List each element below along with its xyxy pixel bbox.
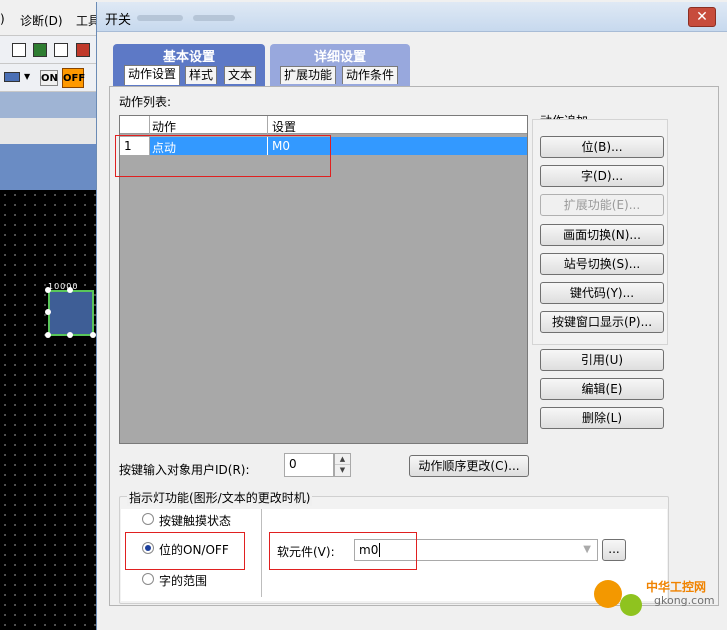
action-list-label: 动作列表: (119, 95, 172, 109)
background-app: ) 诊断(D) 工具 ▼ ON OFF 10000 (0, 0, 100, 630)
tab-group-title: 基本设置 (162, 50, 215, 65)
bg-menubar: ) 诊断(D) 工具 (0, 0, 100, 36)
gear-icon (620, 594, 642, 616)
bg-toolbar (0, 36, 100, 64)
screen-canvas[interactable] (0, 190, 100, 630)
add-extended-button[interactable]: 扩展功能(E)... (540, 194, 664, 216)
user-id-spinner: ▲ ▼ (334, 453, 351, 477)
bg-panel (0, 92, 100, 118)
indicator-divider (261, 509, 262, 597)
title-blur (193, 15, 235, 21)
browse-device-button[interactable]: ... (602, 539, 626, 561)
tab-group-title: 详细设置 (313, 50, 366, 65)
reference-button[interactable]: 引用(U) (540, 349, 664, 371)
edit-button[interactable]: 编辑(E) (540, 378, 664, 400)
tab-extended-function[interactable]: 扩展功能 (280, 66, 337, 84)
bg-panel (0, 144, 100, 190)
action-list-header: 动作 设置 (120, 116, 527, 134)
window-icon[interactable] (12, 43, 26, 57)
radio-word-range-label[interactable]: 字的范围 (159, 572, 207, 589)
key-code-button[interactable]: 键代码(Y)... (540, 282, 664, 304)
tab-action-condition[interactable]: 动作条件 (342, 66, 399, 84)
frame-icon[interactable] (54, 43, 68, 57)
reorder-actions-button[interactable]: 动作顺序更改(C)... (409, 455, 529, 477)
spin-up-icon[interactable]: ▲ (335, 454, 350, 465)
close-button[interactable]: ✕ (688, 7, 716, 27)
indicator-group-legend: 指示灯功能(图形/文本的更改时机) (127, 489, 313, 506)
resize-handle[interactable] (45, 287, 51, 293)
tab-action-settings[interactable]: 动作设置 (124, 65, 181, 85)
user-id-label: 按键输入对象用户ID(R): (119, 463, 250, 477)
add-word-button[interactable]: 字(D)... (540, 165, 664, 187)
switch-dialog: 开关 ✕ 基本设置 详细设置 动作设置 样式 文本 扩展功能 动作条件 动作列表… (96, 2, 727, 630)
dialog-title: 开关 (105, 13, 132, 28)
keyboard-icon[interactable] (4, 72, 20, 82)
title-blur (137, 15, 183, 21)
spin-down-icon[interactable]: ▼ (335, 465, 350, 476)
watermark: 中华工控网 gkong.com (590, 574, 727, 630)
highlight-box (115, 135, 331, 177)
watermark-name: 中华工控网 (646, 580, 707, 594)
resize-handle[interactable] (67, 287, 73, 293)
off-button[interactable]: OFF (62, 68, 85, 88)
resize-handle[interactable] (45, 332, 51, 338)
station-switch-button[interactable]: 站号切换(S)... (540, 253, 664, 275)
radio-key-touch-label[interactable]: 按键触摸状态 (159, 512, 231, 529)
watermark-url: gkong.com (654, 594, 715, 607)
column-header-action[interactable]: 动作 (152, 118, 176, 135)
bg-menu-item[interactable]: ) (0, 12, 5, 26)
dialog-titlebar[interactable]: 开关 ✕ (97, 2, 727, 32)
screen-switch-button[interactable]: 画面切换(N)... (540, 224, 664, 246)
chevron-down-icon[interactable]: ▼ (583, 544, 591, 555)
column-separator[interactable] (267, 116, 268, 134)
switch-object[interactable] (48, 290, 94, 336)
tab-style[interactable]: 样式 (185, 66, 218, 84)
resize-handle[interactable] (45, 309, 51, 315)
copy-icon[interactable] (33, 43, 47, 57)
gear-icon (594, 580, 622, 608)
tab-text[interactable]: 文本 (224, 66, 257, 84)
add-bit-button[interactable]: 位(B)... (540, 136, 664, 158)
column-separator (149, 116, 150, 134)
bg-panel (0, 118, 100, 144)
column-header-setting[interactable]: 设置 (272, 118, 296, 135)
on-button[interactable]: ON (40, 70, 58, 86)
key-window-button[interactable]: 按键窗口显示(P)... (540, 311, 664, 333)
radio-key-touch[interactable] (142, 513, 154, 525)
user-id-input[interactable]: 0 (284, 453, 334, 477)
radio-word-range[interactable] (142, 573, 154, 585)
highlight-box (269, 532, 417, 570)
bg-menu-diagnose[interactable]: 诊断(D) (20, 12, 63, 29)
resize-handle[interactable] (67, 332, 73, 338)
chevron-down-icon[interactable]: ▼ (24, 72, 30, 81)
tool-icon[interactable] (76, 43, 90, 57)
highlight-box (125, 532, 245, 570)
delete-button[interactable]: 删除(L) (540, 407, 664, 429)
